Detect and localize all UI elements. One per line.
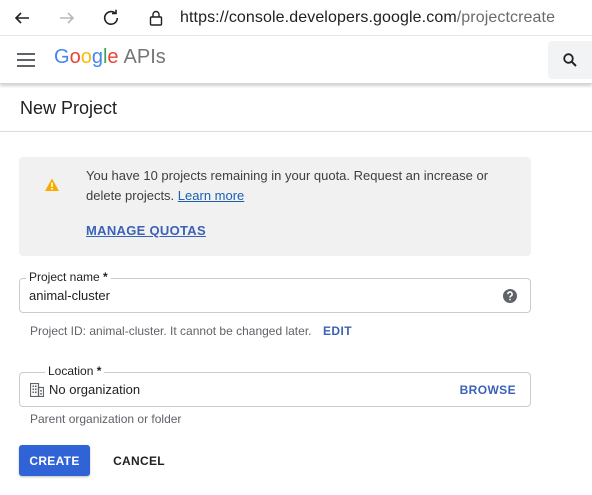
logo-letter: g [91,46,103,68]
back-arrow-icon [14,12,29,24]
browse-button[interactable]: BROWSE [460,383,516,397]
project-name-input[interactable]: animal-cluster [29,288,110,303]
cancel-button[interactable]: CANCEL [104,445,174,476]
google-apis-logo[interactable]: Google APIs [54,46,166,74]
back-button[interactable] [10,6,34,30]
create-button[interactable]: CREATE [19,445,90,476]
logo-suffix: APIs [123,46,166,68]
quota-text: You have 10 projects remaining in your q… [86,168,489,203]
address-bar[interactable]: https://console.developers.google.com/pr… [146,4,555,32]
logo-letter: o [80,46,92,68]
url-path: /projectcreate [456,9,556,26]
warning-icon [45,178,59,191]
location-hint: Parent organization or folder [30,412,182,426]
search-icon [563,53,577,67]
url-host: https://console.developers.google.com [180,9,457,26]
forward-arrow-icon [60,12,75,24]
manage-quotas-link[interactable]: MANAGE QUOTAS [86,223,206,238]
menu-button[interactable] [14,48,38,72]
app-header: Google APIs [0,36,592,84]
help-icon[interactable] [502,288,518,304]
quota-notice: You have 10 projects remaining in your q… [19,157,531,256]
learn-more-link[interactable]: Learn more [178,188,244,203]
url-text: https://console.developers.google.com/pr… [180,9,555,27]
menu-icon [17,53,35,67]
location-value: No organization [49,382,141,397]
forward-button[interactable] [55,6,79,30]
browser-toolbar: https://console.developers.google.com/pr… [0,0,592,36]
reload-button[interactable] [99,6,123,30]
project-id-hint: Project ID: animal-cluster. It cannot be… [30,324,312,338]
location-field[interactable]: Location * No organization BROWSE [19,363,531,407]
required-mark: * [93,364,102,378]
logo-letter: o [69,46,81,68]
edit-project-id-button[interactable]: EDIT [323,324,352,338]
project-name-field[interactable]: Project name * animal-cluster [19,269,531,313]
logo-letter: G [54,46,70,68]
project-name-label-text: Project name [29,270,100,284]
organization-icon [30,383,44,397]
reload-icon [103,9,119,25]
lock-icon [146,8,166,28]
search-button[interactable] [548,41,592,79]
page-title: New Project [20,98,118,118]
required-mark: * [99,270,108,284]
location-label: Location * [45,363,105,379]
google-wordmark: Google [54,46,119,69]
location-label-text: Location [48,364,94,378]
page-title-bar: New Project [0,84,592,132]
quota-message: You have 10 projects remaining in your q… [86,166,516,206]
project-name-label: Project name * [26,269,111,285]
logo-letter: e [107,46,119,68]
